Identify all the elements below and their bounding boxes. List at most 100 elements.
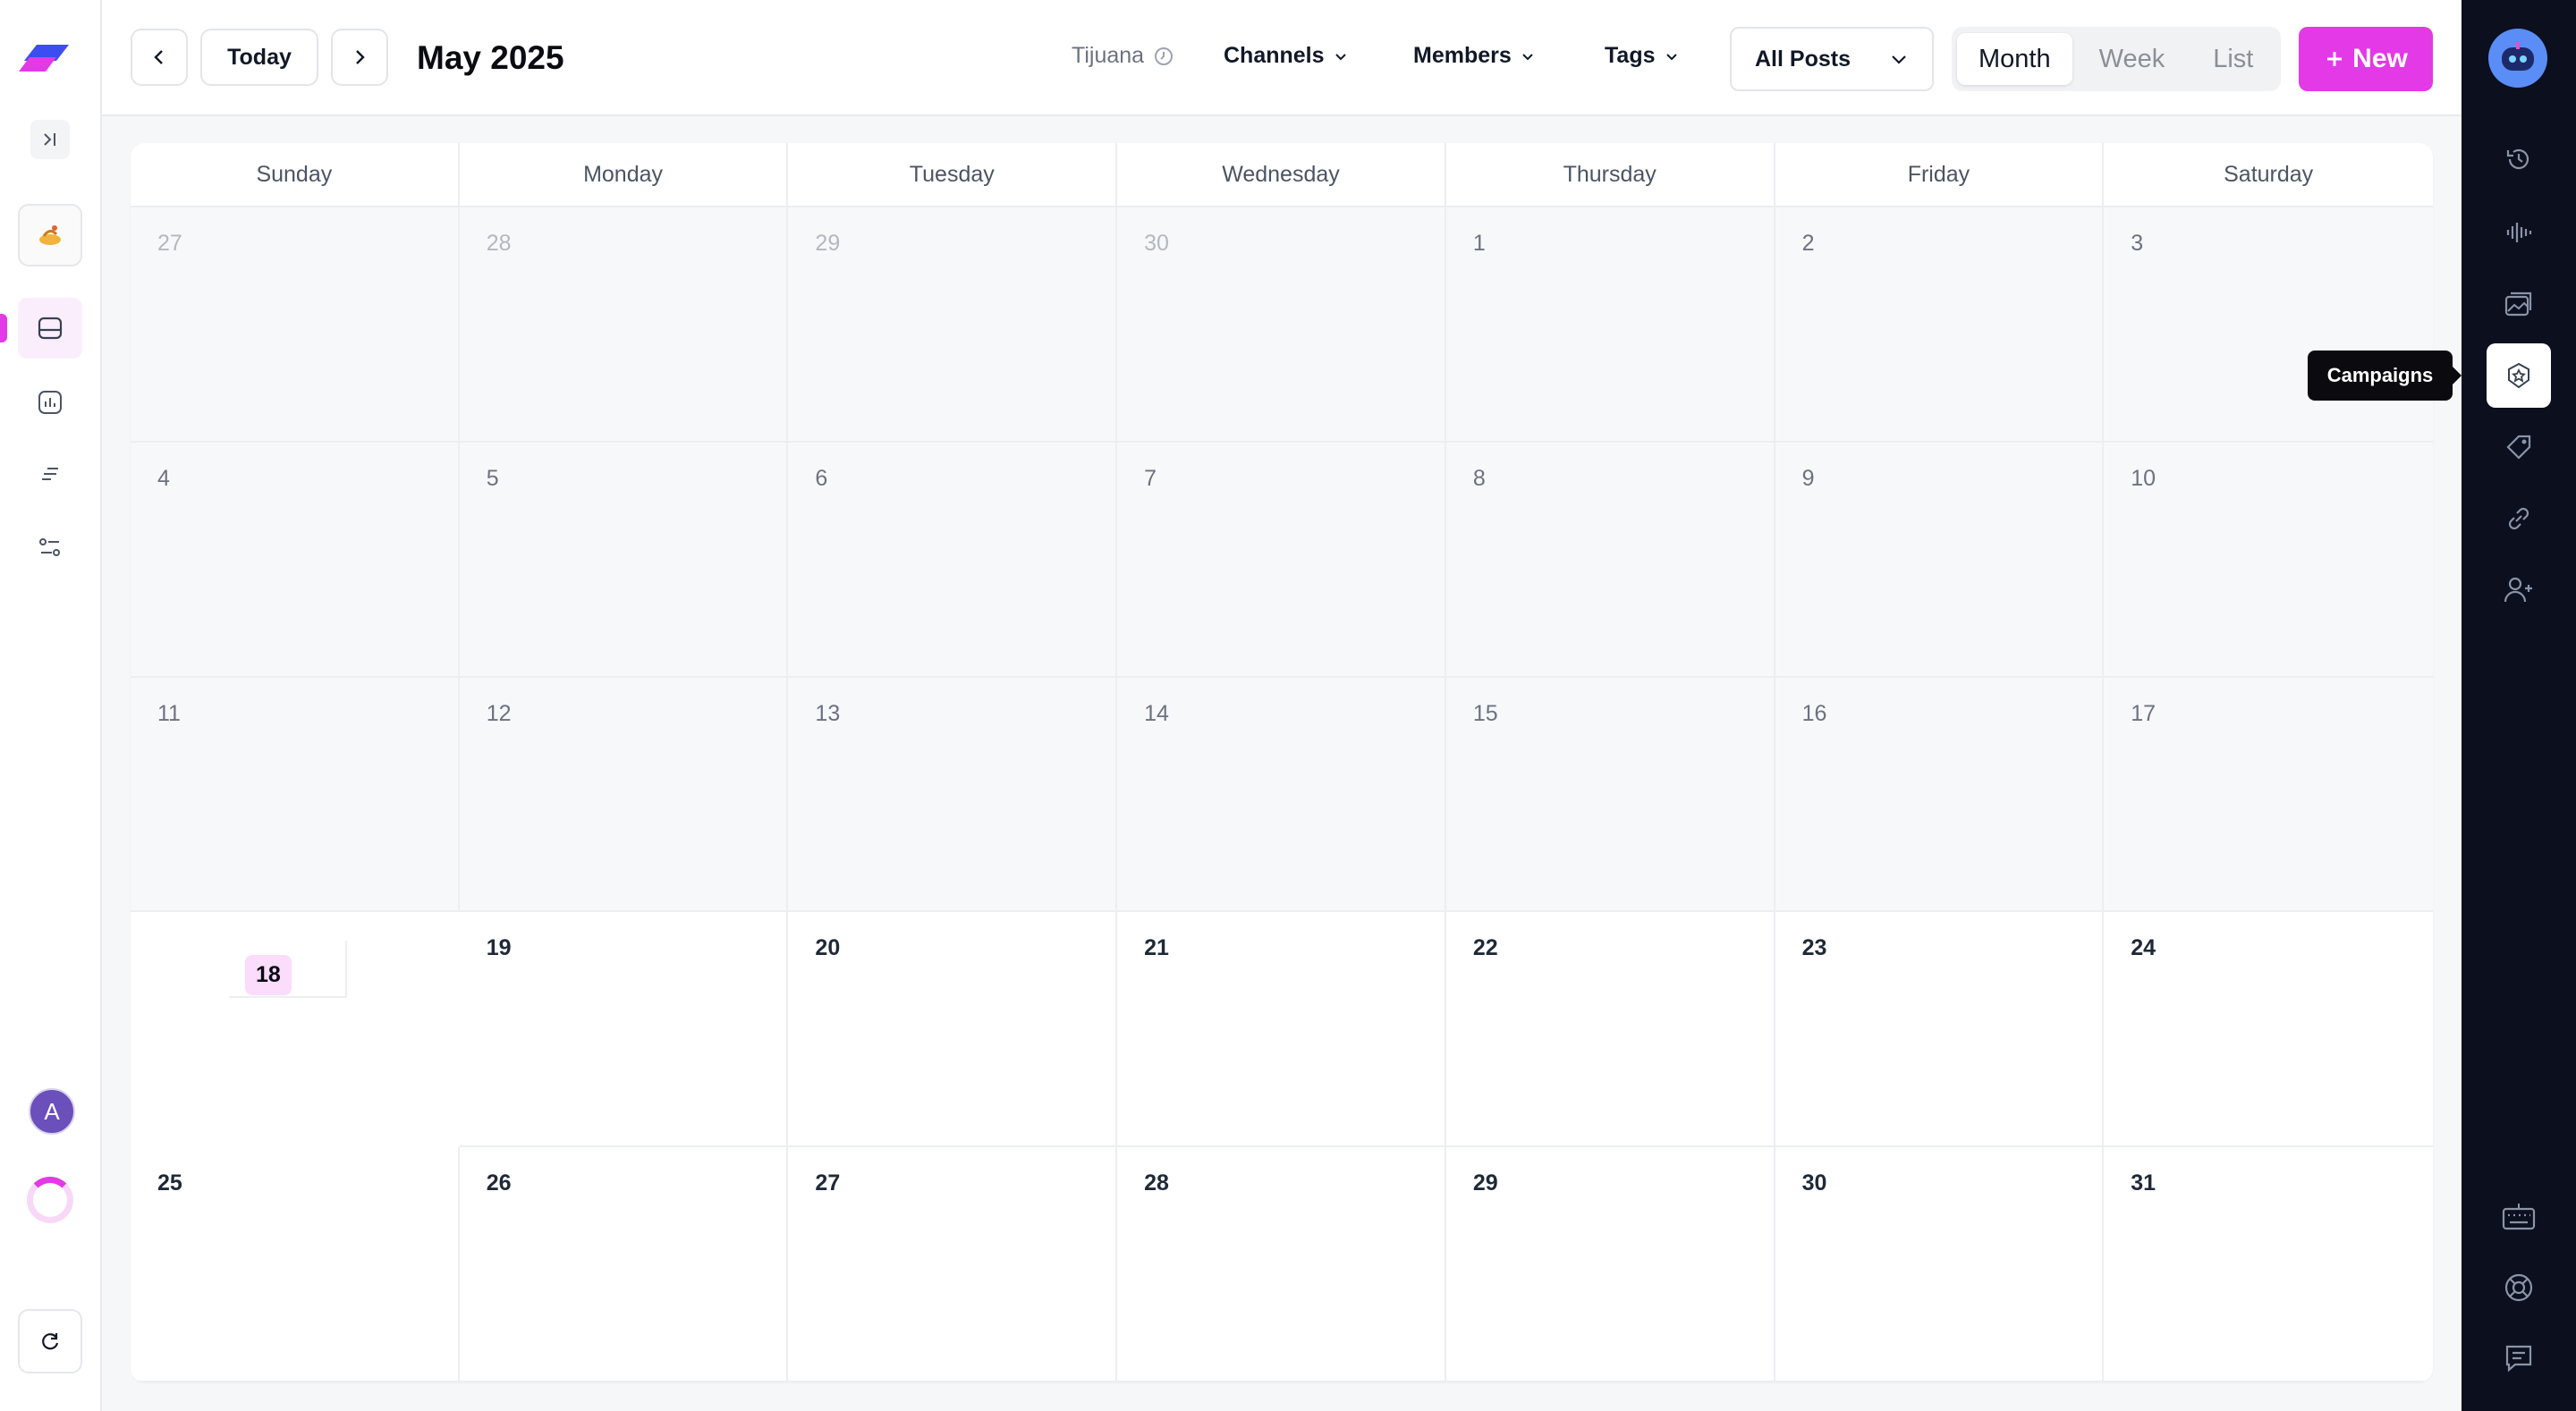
view-month-tab[interactable]: Month xyxy=(1957,33,2072,85)
chevron-down-icon xyxy=(1335,53,1346,60)
day-cell[interactable]: 12 xyxy=(459,677,789,913)
refresh-icon[interactable] xyxy=(18,1309,82,1373)
active-indicator xyxy=(0,314,7,342)
day-cell[interactable]: 4 xyxy=(131,442,460,678)
day-cell[interactable]: 17 xyxy=(2104,677,2433,913)
day-number: 6 xyxy=(815,465,828,491)
next-month-button[interactable] xyxy=(331,29,388,86)
day-cell[interactable]: 23 xyxy=(1775,912,2105,1148)
view-list-tab[interactable]: List xyxy=(2191,33,2275,85)
day-cell[interactable]: 8 xyxy=(1445,442,1775,678)
day-cell[interactable]: 11 xyxy=(131,677,460,913)
day-cell[interactable]: 15 xyxy=(1445,677,1775,913)
feedback-icon[interactable] xyxy=(2497,1336,2540,1379)
members-filter[interactable]: Members xyxy=(1413,43,1535,69)
collapse-sidebar-icon[interactable] xyxy=(30,120,70,159)
day-cell[interactable]: 28 xyxy=(459,207,789,443)
day-cell[interactable]: 6 xyxy=(788,442,1118,678)
chevron-right-icon xyxy=(356,50,365,64)
day-cell[interactable]: 1 xyxy=(1445,207,1775,443)
day-cell[interactable]: 16 xyxy=(1775,677,2105,913)
today-button[interactable]: Today xyxy=(200,29,318,86)
day-number: 5 xyxy=(486,465,499,491)
day-number: 10 xyxy=(2131,465,2157,491)
day-cell[interactable]: 5 xyxy=(459,442,789,678)
day-cell[interactable]: 31 xyxy=(2104,1147,2433,1382)
day-number: 14 xyxy=(1144,700,1169,726)
today-day-number: 18 xyxy=(245,955,292,996)
day-number: 30 xyxy=(1801,1170,1827,1196)
day-number: 20 xyxy=(815,935,841,961)
weekday-thursday: Thursday xyxy=(1446,143,1775,206)
campaigns-icon[interactable] xyxy=(2487,343,2551,408)
day-cell[interactable]: 29 xyxy=(1445,1147,1775,1382)
day-number: 27 xyxy=(815,1170,841,1196)
queue-icon[interactable] xyxy=(29,452,72,495)
day-number: 15 xyxy=(1472,700,1498,726)
add-user-icon[interactable] xyxy=(2497,569,2540,612)
previous-month-button[interactable] xyxy=(131,29,188,86)
avatar[interactable]: A xyxy=(29,1088,75,1135)
weekday-wednesday: Wednesday xyxy=(1117,143,1446,206)
day-cell[interactable]: 27 xyxy=(788,1147,1118,1382)
tag-icon[interactable] xyxy=(2497,426,2540,469)
day-cell[interactable]: 22 xyxy=(1445,912,1775,1148)
calendar-grid: 27 28 29 30 1 2 3 4 5 6 7 8 9 10 11 12 1… xyxy=(131,207,2433,1382)
assistant-bot-icon[interactable] xyxy=(2488,29,2547,88)
workspace-icon[interactable] xyxy=(18,204,82,266)
day-cell[interactable]: 19 xyxy=(459,912,789,1148)
day-cell[interactable]: 3 xyxy=(2104,207,2433,443)
weekday-saturday: Saturday xyxy=(2224,161,2314,187)
day-cell[interactable]: 21 xyxy=(1117,912,1446,1148)
day-cell-today[interactable]: 18 xyxy=(229,941,347,999)
day-cell[interactable]: 29 xyxy=(788,207,1118,443)
day-number: 4 xyxy=(157,465,170,491)
history-icon[interactable] xyxy=(2497,138,2540,181)
new-post-button[interactable]: New xyxy=(2299,27,2433,91)
day-cell[interactable]: 9 xyxy=(1775,442,2105,678)
day-cell[interactable]: 10 xyxy=(2104,442,2433,678)
day-number: 9 xyxy=(1801,465,1815,491)
chevron-down-icon xyxy=(1522,53,1533,60)
weekday-friday: Friday xyxy=(1775,143,2105,206)
day-cell[interactable]: 26 xyxy=(459,1147,789,1382)
day-number: 29 xyxy=(815,231,841,256)
day-cell[interactable]: 20 xyxy=(788,912,1118,1148)
tags-filter[interactable]: Tags xyxy=(1605,43,1679,69)
right-rail xyxy=(2462,0,2576,1411)
channels-filter[interactable]: Channels xyxy=(1224,43,1348,69)
chevron-left-icon xyxy=(154,50,163,64)
media-icon[interactable] xyxy=(2497,283,2540,325)
page-title: May 2025 xyxy=(417,39,564,76)
day-number: 17 xyxy=(2131,700,2157,726)
day-cell[interactable]: 2 xyxy=(1775,207,2105,443)
audio-wave-icon[interactable] xyxy=(2497,211,2540,254)
logo-icon[interactable] xyxy=(16,34,73,77)
day-number: 28 xyxy=(486,231,512,256)
channels-filter-label: Channels xyxy=(1224,43,1325,68)
day-cell[interactable]: 27 xyxy=(131,207,460,443)
day-cell[interactable]: 30 xyxy=(1117,207,1446,443)
keyboard-icon[interactable] xyxy=(2497,1195,2540,1238)
timezone-label: Tijuana xyxy=(1072,43,1145,68)
timezone-selector[interactable]: Tijuana xyxy=(1072,43,1174,69)
day-cell[interactable]: 25 xyxy=(131,1147,460,1382)
post-status-select[interactable]: All Posts xyxy=(1730,27,1934,91)
analytics-icon[interactable] xyxy=(29,381,72,424)
day-number: 16 xyxy=(1801,700,1827,726)
view-week-tab[interactable]: Week xyxy=(2078,33,2187,85)
day-cell[interactable]: 30 xyxy=(1775,1147,2105,1382)
day-cell[interactable]: 14 xyxy=(1117,677,1446,913)
weekday-monday: Monday xyxy=(460,143,789,206)
help-icon[interactable] xyxy=(2497,1266,2540,1309)
day-number: 30 xyxy=(1144,231,1169,256)
link-icon[interactable] xyxy=(2497,497,2540,540)
settings-icon[interactable] xyxy=(29,526,72,569)
day-cell[interactable]: 7 xyxy=(1117,442,1446,678)
day-cell[interactable]: 24 xyxy=(2104,912,2433,1148)
day-cell[interactable]: 13 xyxy=(788,677,1118,913)
tags-filter-label: Tags xyxy=(1605,43,1656,68)
calendar-icon[interactable] xyxy=(18,298,82,359)
day-number: 3 xyxy=(2131,231,2144,256)
day-cell[interactable]: 28 xyxy=(1117,1147,1446,1382)
